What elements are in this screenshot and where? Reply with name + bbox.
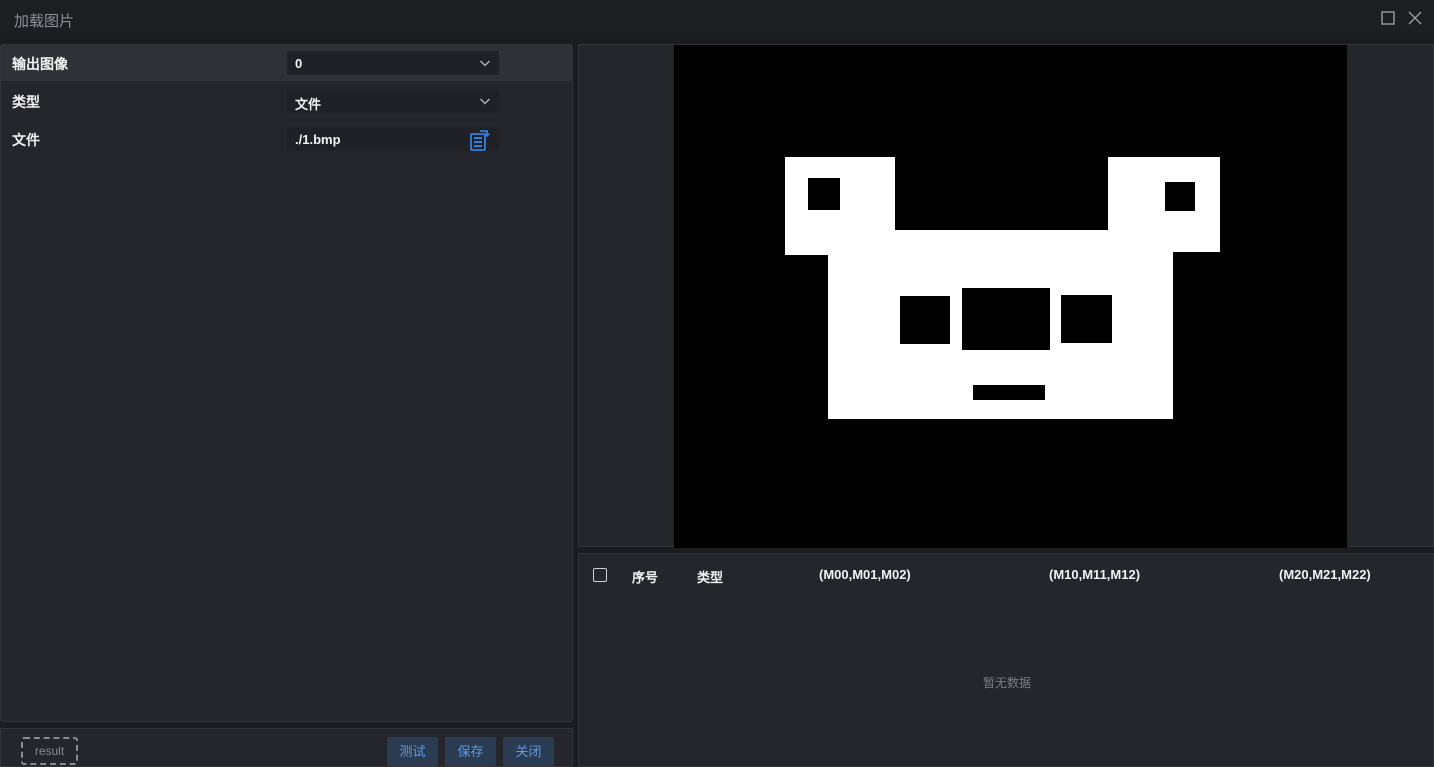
- image-right-square: [1061, 295, 1112, 343]
- image-left-square: [900, 296, 950, 344]
- file-label: 文件: [12, 132, 40, 148]
- output-image-value: 0: [295, 56, 303, 71]
- image-preview-panel: [578, 44, 1434, 548]
- type-value: 文件: [295, 97, 322, 112]
- file-row: 文件 ./1.bmp: [1, 121, 572, 157]
- save-button[interactable]: 保存: [445, 737, 496, 766]
- column-header-row0[interactable]: (M00,M01,M02): [819, 567, 911, 582]
- image-right-eye: [1165, 182, 1195, 211]
- file-path-input[interactable]: ./1.bmp: [287, 127, 499, 151]
- maximize-icon[interactable]: [1379, 9, 1397, 27]
- properties-panel: 输出图像 0 类型 文件 文件 ./1.bmp: [0, 44, 573, 722]
- window-title: 加载图片: [14, 13, 75, 30]
- output-image-label: 输出图像: [12, 56, 68, 72]
- type-row: 类型 文件: [1, 83, 572, 119]
- close-button[interactable]: 关闭: [503, 737, 554, 766]
- image-mouth: [973, 385, 1045, 400]
- test-button[interactable]: 测试: [387, 737, 438, 766]
- chevron-down-icon: [480, 98, 490, 105]
- column-header-index[interactable]: 序号: [632, 567, 658, 586]
- chevron-down-icon: [480, 60, 490, 67]
- footer-bar: result 测试 保存 关闭: [0, 728, 573, 767]
- column-header-row2[interactable]: (M20,M21,M22): [1279, 567, 1371, 582]
- type-select[interactable]: 文件: [287, 89, 499, 113]
- output-image-select[interactable]: 0: [287, 51, 499, 75]
- results-table: 序号 类型 (M00,M01,M02) (M10,M11,M12) (M20,M…: [578, 553, 1434, 767]
- open-file-icon[interactable]: [468, 128, 492, 152]
- column-header-row1[interactable]: (M10,M11,M12): [1049, 567, 1140, 582]
- type-label: 类型: [12, 94, 40, 110]
- output-image-row: 输出图像 0: [1, 45, 572, 81]
- close-icon[interactable]: [1406, 9, 1424, 27]
- image-center-square: [962, 288, 1050, 350]
- file-path-value: ./1.bmp: [295, 132, 341, 147]
- select-all-checkbox[interactable]: [593, 568, 607, 582]
- image-left-eye: [808, 178, 840, 210]
- preview-image[interactable]: [674, 45, 1347, 548]
- empty-state-text: 暂无数据: [982, 676, 1031, 690]
- result-port[interactable]: result: [21, 737, 78, 765]
- title-bar: 加载图片: [0, 0, 1434, 38]
- column-header-type[interactable]: 类型: [697, 567, 723, 586]
